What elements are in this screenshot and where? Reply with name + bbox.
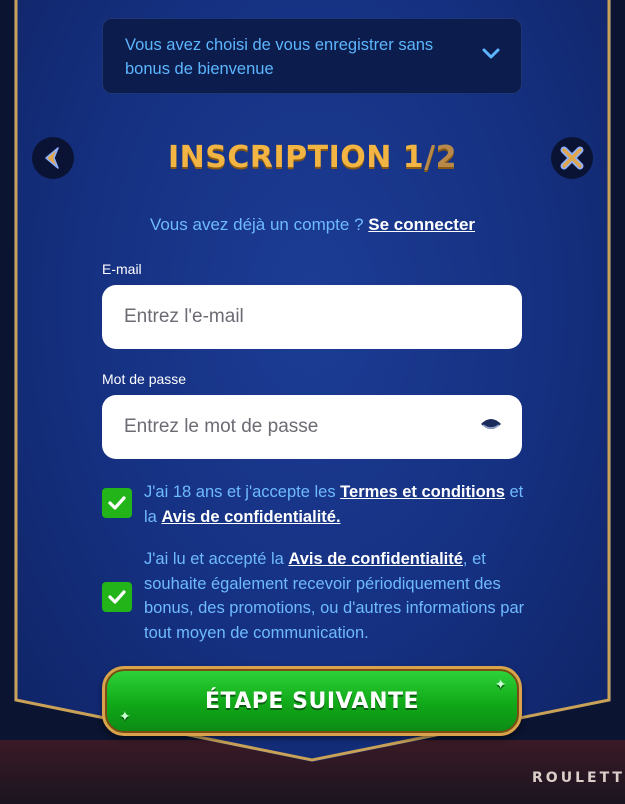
login-link[interactable]: Se connecter bbox=[368, 215, 475, 234]
page-title: INSCRIPTION 1/2 bbox=[0, 140, 625, 175]
marketing-text-1: J'ai lu et accepté la bbox=[144, 550, 289, 568]
chevron-down-icon bbox=[482, 48, 500, 59]
marketing-checkbox[interactable] bbox=[102, 582, 132, 612]
terms-text-1: J'ai 18 ans et j'accepte les bbox=[144, 483, 341, 501]
login-prompt-text: Vous avez déjà un compte ? bbox=[149, 215, 369, 234]
sparkle-icon: ✦ bbox=[119, 709, 132, 725]
privacy-link[interactable]: Avis de confidentialité. bbox=[161, 508, 340, 526]
eye-icon[interactable] bbox=[480, 416, 502, 432]
terms-consent-text: J'ai 18 ans et j'accepte les Termes et c… bbox=[144, 480, 534, 529]
bonus-dropdown[interactable]: Vous avez choisi de vous enregistrer san… bbox=[102, 18, 522, 94]
terms-link[interactable]: Termes et conditions bbox=[340, 483, 505, 501]
privacy-link-2[interactable]: Avis de confidentialité bbox=[288, 550, 463, 568]
terms-checkbox[interactable] bbox=[102, 488, 132, 518]
title-step: INSCRIPTION 1 bbox=[167, 140, 425, 175]
marketing-consent-text: J'ai lu et accepté la Avis de confidenti… bbox=[144, 547, 534, 645]
bonus-dropdown-text: Vous avez choisi de vous enregistrer san… bbox=[125, 36, 434, 78]
email-label: E-mail bbox=[102, 261, 142, 277]
close-icon bbox=[560, 146, 584, 170]
checkmark-icon bbox=[108, 496, 126, 510]
next-step-button[interactable]: ÉTAPE SUIVANTE ✦ ✦ bbox=[102, 666, 522, 736]
sparkle-icon: ✦ bbox=[494, 677, 507, 693]
email-field[interactable] bbox=[102, 285, 522, 349]
next-step-label: ÉTAPE SUIVANTE bbox=[204, 688, 420, 714]
roulette-label: ROULETT bbox=[532, 770, 625, 786]
password-label: Mot de passe bbox=[102, 371, 187, 387]
login-prompt: Vous avez déjà un compte ? Se connecter bbox=[0, 215, 625, 235]
password-field[interactable] bbox=[102, 395, 522, 459]
checkmark-icon bbox=[108, 590, 126, 604]
title-step-total: /2 bbox=[424, 140, 458, 175]
close-button[interactable] bbox=[551, 137, 593, 179]
